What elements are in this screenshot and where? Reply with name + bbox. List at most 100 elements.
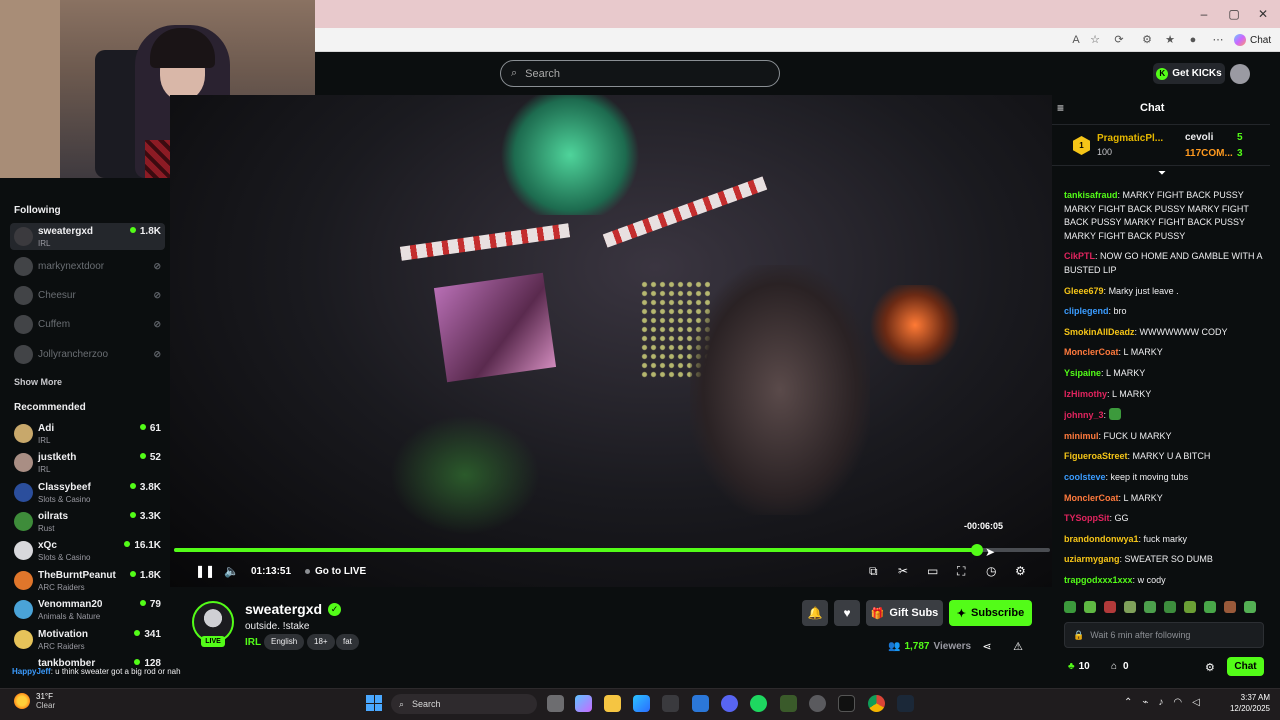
chat-input[interactable]: 🔒 Wait 6 min after following (1064, 622, 1264, 648)
user-avatar[interactable] (1230, 64, 1250, 84)
clip-icon[interactable]: ✂ (898, 563, 908, 579)
sidebar-item-following[interactable]: sweatergxd IRL 1.8K (10, 223, 165, 250)
video-player[interactable] (170, 95, 1052, 587)
emote-icon[interactable] (1104, 601, 1116, 613)
sidebar-item-recommended[interactable]: TheBurntPeanut ARC Raiders 1.8K (10, 567, 165, 594)
stream-tag[interactable]: 18+ (307, 634, 335, 650)
sidebar-item-recommended[interactable]: oilrats Rust 3.3K (10, 508, 165, 535)
sidebar-item-recommended[interactable]: Classybeef Slots & Casino 3.8K (10, 479, 165, 506)
app-icon[interactable] (809, 695, 826, 712)
spotify-icon[interactable] (750, 695, 767, 712)
tiktok-icon[interactable] (838, 695, 855, 712)
minimize-icon[interactable]: – (1196, 6, 1212, 22)
start-button[interactable] (366, 695, 382, 711)
store-app-icon[interactable] (662, 695, 679, 712)
more-menu-icon[interactable]: ⋯ (1210, 33, 1226, 47)
task-view-icon[interactable] (547, 695, 564, 712)
pause-button[interactable]: ❚❚ (195, 563, 215, 579)
get-kicks-button[interactable]: K Get KICKs (1153, 63, 1225, 84)
chrome-icon[interactable] (868, 695, 885, 712)
leaderboard-name[interactable]: cevoli (1185, 132, 1213, 143)
chat-username[interactable]: uziarmygang (1064, 554, 1120, 564)
emote-icon[interactable] (1224, 601, 1236, 613)
taskbar-clock[interactable]: 3:37 AM 12/20/2025 (1226, 692, 1270, 714)
taskbar-search[interactable]: ⌕ Search (391, 694, 537, 714)
show-more-button[interactable]: Show More (14, 377, 62, 387)
network-icon[interactable]: ⌁ (1142, 697, 1148, 708)
settings-icon[interactable]: ⚙ (1015, 563, 1026, 579)
chat-settings-icon[interactable]: ⚙ (1205, 661, 1215, 674)
emote-icon[interactable] (1084, 601, 1096, 613)
emote-icon[interactable] (1204, 601, 1216, 613)
sidebar-item-following[interactable]: markynextdoor ⊘ (10, 253, 165, 280)
sidebar-item-following[interactable]: Cheesur ⊘ (10, 282, 165, 309)
chat-username[interactable]: MonclerCoat (1064, 493, 1119, 503)
search-input[interactable]: ⌕ Search (500, 60, 780, 87)
system-tray[interactable]: ⌃ ⌁ ♪ ◠ ◁ (1124, 697, 1200, 708)
microphone-icon[interactable]: ♪ (1158, 697, 1163, 708)
chat-username[interactable]: CikPTL (1064, 251, 1095, 261)
speaker-icon[interactable]: ◁ (1192, 697, 1200, 708)
favorites-bar-icon[interactable]: ★ (1162, 33, 1178, 47)
playback-speed-icon[interactable]: ◷ (986, 563, 996, 579)
chat-username[interactable]: Ysipaine (1064, 368, 1101, 378)
volume-icon[interactable]: 🔈 (224, 563, 239, 579)
store-button[interactable]: ⌂ 0 (1111, 661, 1129, 672)
stream-tag[interactable]: English (264, 634, 305, 650)
close-icon[interactable]: ✕ (1255, 6, 1271, 22)
wifi-icon[interactable]: ◠ (1173, 697, 1182, 708)
sidebar-item-recommended[interactable]: Motivation ARC Raiders 341 (10, 626, 165, 653)
discord-icon[interactable] (721, 695, 738, 712)
file-explorer-icon[interactable] (604, 695, 621, 712)
edge-icon[interactable] (633, 695, 650, 712)
chat-username[interactable]: coolsteve (1064, 472, 1106, 482)
chat-username[interactable]: FigueroaStreet (1064, 451, 1128, 461)
report-icon[interactable]: ⚠ (1012, 640, 1024, 653)
mini-player-icon[interactable]: ⧉ (869, 563, 878, 579)
extensions-icon[interactable]: ⚙ (1139, 33, 1155, 47)
refresh-icon[interactable]: ⟳ (1111, 33, 1127, 47)
chat-username[interactable]: brandondonwya1 (1064, 534, 1139, 544)
emote-icon[interactable] (1244, 601, 1256, 613)
app-icon[interactable] (780, 695, 797, 712)
read-aloud-icon[interactable]: A (1068, 33, 1084, 47)
chat-username[interactable]: SmokinAllDeadz (1064, 327, 1135, 337)
chat-username[interactable]: tankisafraud (1064, 190, 1118, 200)
sidebar-item-recommended[interactable]: xQc Slots & Casino 16.1K (10, 537, 165, 564)
chat-username[interactable]: minimul (1064, 431, 1099, 441)
weather-widget[interactable]: 31°F Clear (14, 692, 55, 710)
chat-username[interactable]: IzHimothy (1064, 389, 1107, 399)
expand-chevron-icon[interactable]: ⏷ (1158, 168, 1166, 179)
chat-username[interactable]: trapgodxxx1xxx (1064, 575, 1133, 585)
sidebar-item-following[interactable]: Jollyrancherzoo ⊘ (10, 341, 165, 368)
emote-icon[interactable] (1064, 601, 1076, 613)
theater-mode-icon[interactable]: ▭ (927, 563, 938, 579)
notification-bell-button[interactable]: 🔔 (802, 600, 828, 626)
emote-icon[interactable] (1184, 601, 1196, 613)
go-to-live-button[interactable]: Go to LIVE (305, 566, 366, 577)
steam-icon[interactable] (897, 695, 914, 712)
chat-username[interactable]: cliplegend (1064, 306, 1109, 316)
emote-icon[interactable] (1124, 601, 1136, 613)
copilot-app-icon[interactable] (575, 695, 592, 712)
copilot-chat-button[interactable]: Chat (1234, 33, 1271, 47)
stream-category[interactable]: IRL (245, 637, 261, 648)
channel-points[interactable]: ♣ 10 (1068, 661, 1090, 672)
sidebar-item-recommended[interactable]: Venomman20 Animals & Nature 79 (10, 596, 165, 623)
gift-subs-button[interactable]: 🎁 Gift Subs (866, 600, 943, 626)
sidebar-item-following[interactable]: Cuffem ⊘ (10, 311, 165, 338)
chat-username[interactable]: TYSoppSit (1064, 513, 1110, 523)
sidebar-item-recommended[interactable]: Adi IRL 61 (10, 420, 165, 447)
fullscreen-icon[interactable]: ⛶ (957, 563, 965, 579)
chevron-up-icon[interactable]: ⌃ (1124, 697, 1132, 708)
profile-icon[interactable]: ● (1185, 33, 1201, 47)
chat-username[interactable]: johnny_3 (1064, 410, 1104, 420)
leaderboard-name[interactable]: 117COM... (1185, 148, 1233, 159)
chat-send-button[interactable]: Chat (1227, 657, 1264, 676)
collapse-chat-icon[interactable]: ≡ (1057, 101, 1064, 115)
chat-username[interactable]: Gleee679 (1064, 286, 1104, 296)
share-icon[interactable]: ⋖ (981, 640, 993, 653)
mail-icon[interactable] (692, 695, 709, 712)
emote-icon[interactable] (1144, 601, 1156, 613)
chat-username[interactable]: MonclerCoat (1064, 347, 1119, 357)
